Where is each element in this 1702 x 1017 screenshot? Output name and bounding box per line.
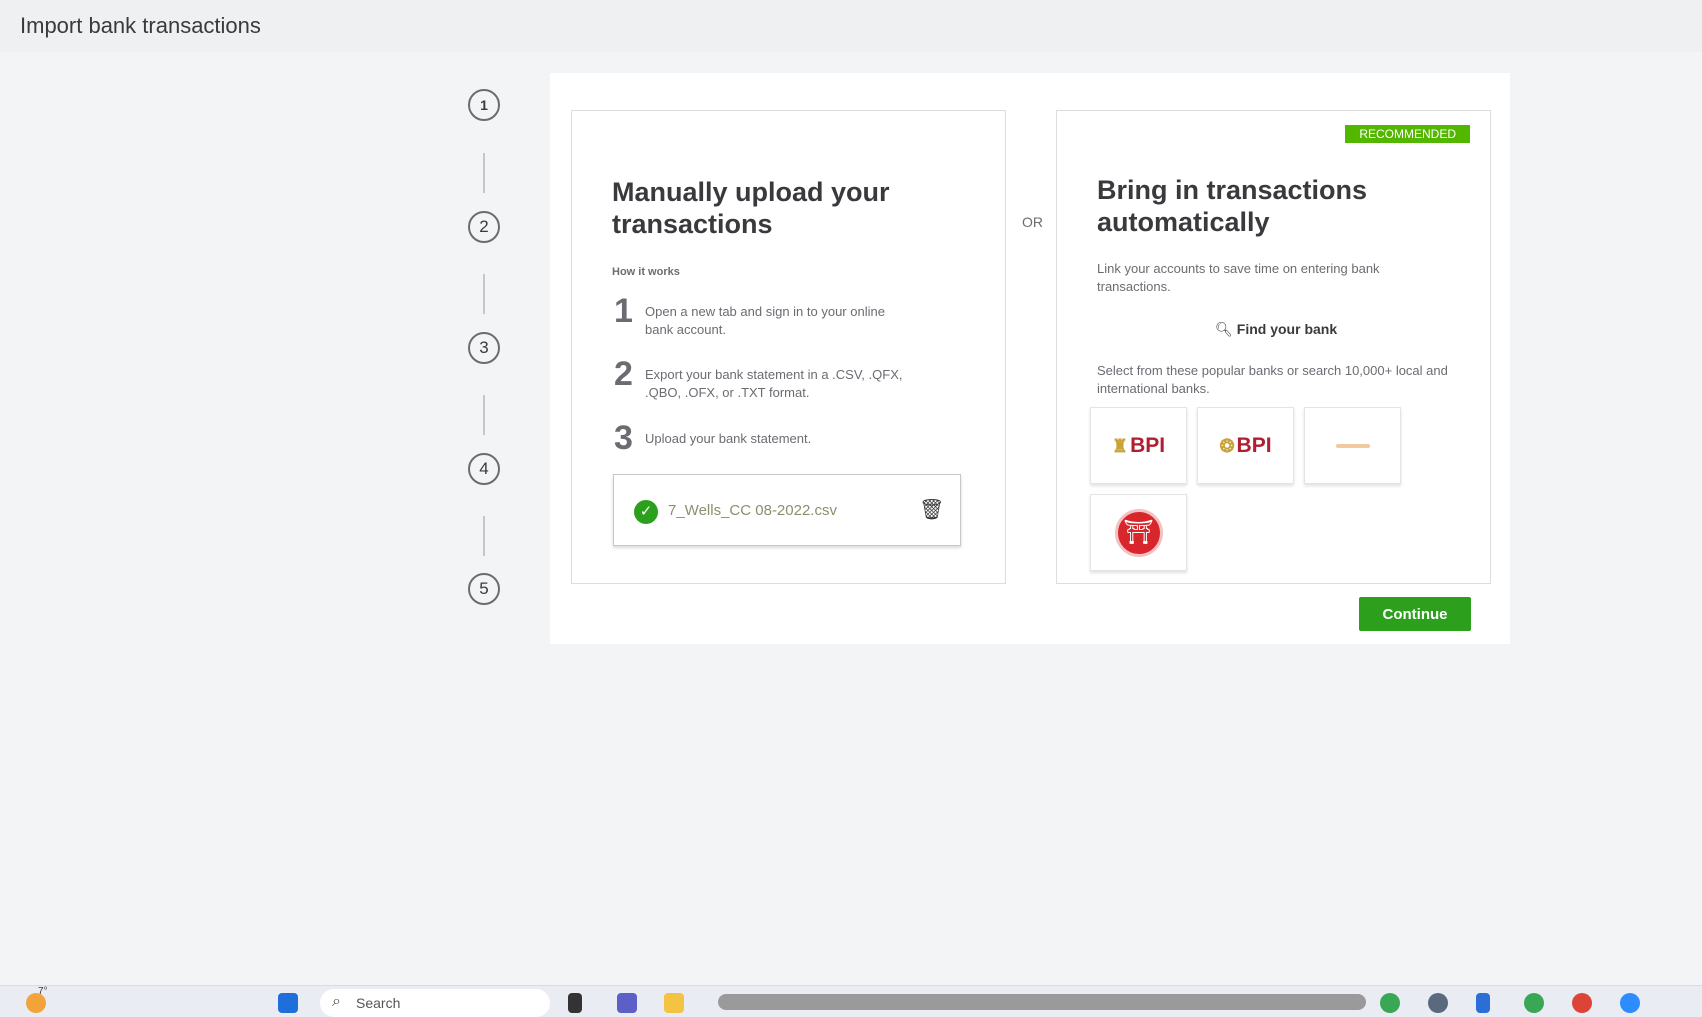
taskbar: 7° ⌕ Search xyxy=(0,985,1702,1017)
bank-tile-bpi[interactable]: ♜BPI xyxy=(1090,407,1187,484)
page-header: Import bank transactions xyxy=(0,0,1702,52)
step-connector xyxy=(483,395,485,435)
step-3: 3 xyxy=(468,332,500,364)
step-text: Upload your bank statement. xyxy=(645,431,812,446)
chrome-profile-icon[interactable] xyxy=(1524,993,1544,1013)
or-label: OR xyxy=(1022,214,1043,230)
notepad-icon[interactable] xyxy=(1476,993,1490,1013)
bank-tile-4[interactable]: ⛩ xyxy=(1090,494,1187,571)
search-icon: ⌕ xyxy=(332,993,341,1010)
settings-icon[interactable] xyxy=(1428,993,1448,1013)
bank-tile-3[interactable] xyxy=(1304,407,1401,484)
bank-logo-bpi: BPI xyxy=(1236,433,1272,457)
bank-logo-bpi: BPI xyxy=(1130,433,1166,457)
check-icon: ✓ xyxy=(634,500,658,524)
step-5: 5 xyxy=(468,573,500,605)
auto-title: Bring in transactions automatically xyxy=(1097,175,1368,237)
taskbar-search-label: Search xyxy=(356,995,401,1011)
find-bank-link[interactable]: 🔍︎ Find your bank xyxy=(1215,321,1337,338)
taskbar-search[interactable]: ⌕ Search xyxy=(320,989,550,1017)
step-connector xyxy=(483,153,485,193)
step-connector xyxy=(483,516,485,556)
step-connector xyxy=(483,274,485,314)
chrome-icon[interactable] xyxy=(1380,993,1400,1013)
step-4: 4 xyxy=(468,453,500,485)
step-text: Export your bank statement in a .CSV, .Q… xyxy=(645,367,903,400)
auto-connect-card[interactable]: RECOMMENDED Bring in transactions automa… xyxy=(1056,110,1491,584)
select-bank-text: Select from these popular banks or searc… xyxy=(1097,363,1448,396)
continue-button[interactable]: Continue xyxy=(1359,597,1471,631)
step-number: 2 xyxy=(614,355,633,393)
weather-temp: 7° xyxy=(38,986,48,997)
bank-logo: ⛩ xyxy=(1114,508,1163,557)
manual-upload-card[interactable]: Manually upload your transactions How it… xyxy=(571,110,1006,584)
step-number: 1 xyxy=(614,292,633,330)
zoom-icon[interactable] xyxy=(1620,993,1640,1013)
windows-start-icon[interactable] xyxy=(278,993,298,1013)
teams-icon[interactable] xyxy=(617,993,637,1013)
step-1: 1 xyxy=(468,89,500,121)
auto-description: Link your accounts to save time on enter… xyxy=(1097,261,1380,294)
search-icon: 🔍︎ xyxy=(1215,321,1233,337)
chrome-profile-icon[interactable] xyxy=(1572,993,1592,1013)
recommended-badge: RECOMMENDED xyxy=(1345,125,1470,143)
uploaded-file: ✓ 7_Wells_CC 08-2022.csv 🗑 xyxy=(613,474,961,546)
step-text: Open a new tab and sign in to your onlin… xyxy=(645,304,885,337)
how-it-works-label: How it works xyxy=(612,266,680,278)
manual-title: Manually upload your transactions xyxy=(612,177,890,239)
find-bank-label: Find your bank xyxy=(1236,321,1338,337)
import-panel: Manually upload your transactions How it… xyxy=(550,73,1510,644)
step-number: 3 xyxy=(614,419,633,457)
taskbar-apps-redacted xyxy=(718,994,1366,1010)
file-explorer-icon[interactable] xyxy=(664,993,684,1013)
trash-icon[interactable]: 🗑 xyxy=(919,497,944,522)
step-2: 2 xyxy=(468,211,500,243)
file-name: 7_Wells_CC 08-2022.csv xyxy=(668,502,837,519)
page-title: Import bank transactions xyxy=(20,13,261,38)
bank-tile-bpi-2[interactable]: ❂BPI xyxy=(1197,407,1294,484)
task-view-icon[interactable] xyxy=(568,993,582,1013)
bank-logo xyxy=(1335,443,1370,448)
